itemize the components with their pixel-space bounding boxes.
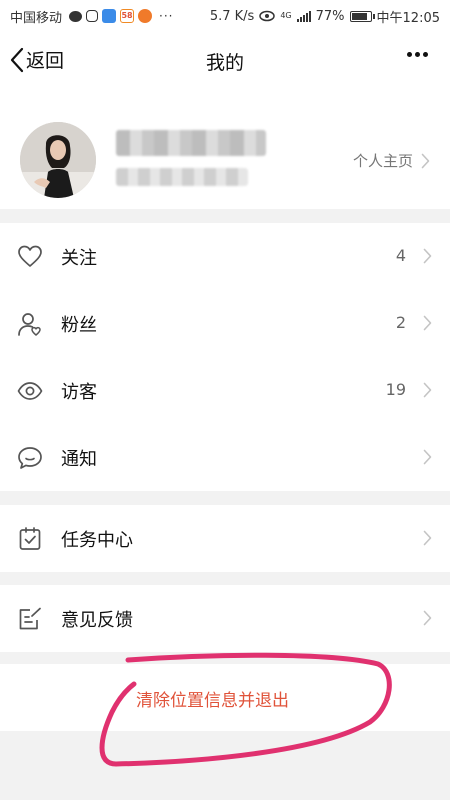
back-button[interactable]: 返回 [10, 46, 64, 73]
menu-count: 4 [395, 246, 406, 265]
navigation-bar: 返回 我的 [0, 32, 450, 92]
back-label: 返回 [26, 50, 65, 72]
homepage-label: 个人主页 [352, 152, 413, 170]
username-redacted [116, 130, 266, 156]
chevron-right-icon [423, 315, 432, 331]
send-app-icon [102, 9, 117, 23]
app-58-icon: 58 [120, 9, 135, 23]
chat-bubble-icon [69, 10, 83, 22]
menu-count: 19 [385, 380, 406, 399]
chevron-left-icon [10, 47, 24, 72]
chevron-right-icon [421, 153, 430, 168]
more-dot-icon [407, 52, 412, 57]
signal-strength-icon [296, 10, 311, 22]
edit-note-icon [19, 607, 41, 630]
chevron-right-icon [423, 610, 432, 626]
clipboard-check-icon [19, 527, 41, 550]
heart-icon [18, 245, 42, 267]
network-speed: 5.7 K/s [209, 8, 255, 24]
battery-icon [349, 10, 375, 22]
more-options-button[interactable] [407, 52, 428, 57]
task-menu-group: 任务中心 [0, 505, 450, 572]
menu-label: 关注 [61, 248, 97, 269]
clear-location-and-logout-button[interactable]: 清除位置信息并退出 [0, 664, 450, 731]
chevron-right-icon [423, 248, 432, 264]
eye-protection-icon [259, 10, 276, 22]
social-menu-group: 关注 4 粉丝 2 访客 19 通知 [0, 223, 450, 491]
logout-label: 清除位置信息并退出 [136, 691, 289, 711]
battery-level-fill [351, 12, 367, 20]
more-dot-icon [415, 52, 420, 57]
menu-label: 通知 [61, 449, 97, 470]
avatar-photo [20, 122, 96, 198]
network-type: 4G [280, 11, 292, 20]
menu-item-fans[interactable]: 粉丝 2 [0, 290, 450, 357]
chevron-right-icon [423, 382, 432, 398]
battery-percent: 77% [315, 8, 345, 24]
hexagon-app-icon [86, 10, 99, 22]
avatar[interactable] [20, 122, 96, 198]
page-title: 我的 [205, 52, 244, 74]
chat-bubble-icon [18, 447, 42, 469]
status-bar: 中国移动 58 ··· 5.7 K/s 4G 77% 中午12:05 [0, 0, 450, 32]
menu-label: 意见反馈 [61, 610, 133, 631]
personal-homepage-link[interactable]: 个人主页 [353, 150, 430, 171]
clock: 中午12:05 [376, 10, 440, 26]
menu-item-follow[interactable]: 关注 4 [0, 223, 450, 290]
menu-item-task-center[interactable]: 任务中心 [0, 505, 450, 572]
menu-label: 粉丝 [61, 315, 97, 336]
menu-item-notifications[interactable]: 通知 [0, 424, 450, 491]
user-heart-icon [18, 313, 41, 336]
profile-header[interactable]: 个人主页 [0, 92, 450, 209]
more-dot-icon [423, 52, 428, 57]
chevron-right-icon [423, 530, 432, 546]
feedback-menu-group: 意见反馈 [0, 585, 450, 652]
menu-item-feedback[interactable]: 意见反馈 [0, 585, 450, 652]
menu-label: 访客 [61, 382, 97, 403]
carrier-name: 中国移动 [10, 10, 63, 26]
menu-count: 2 [395, 313, 406, 332]
eye-icon [17, 382, 43, 400]
menu-item-visitors[interactable]: 访客 19 [0, 357, 450, 424]
more-notifications-icon: ··· [159, 9, 174, 23]
user-level-redacted [116, 168, 248, 186]
menu-label: 任务中心 [61, 530, 133, 551]
fox-app-icon [138, 9, 153, 23]
chevron-right-icon [423, 449, 432, 465]
